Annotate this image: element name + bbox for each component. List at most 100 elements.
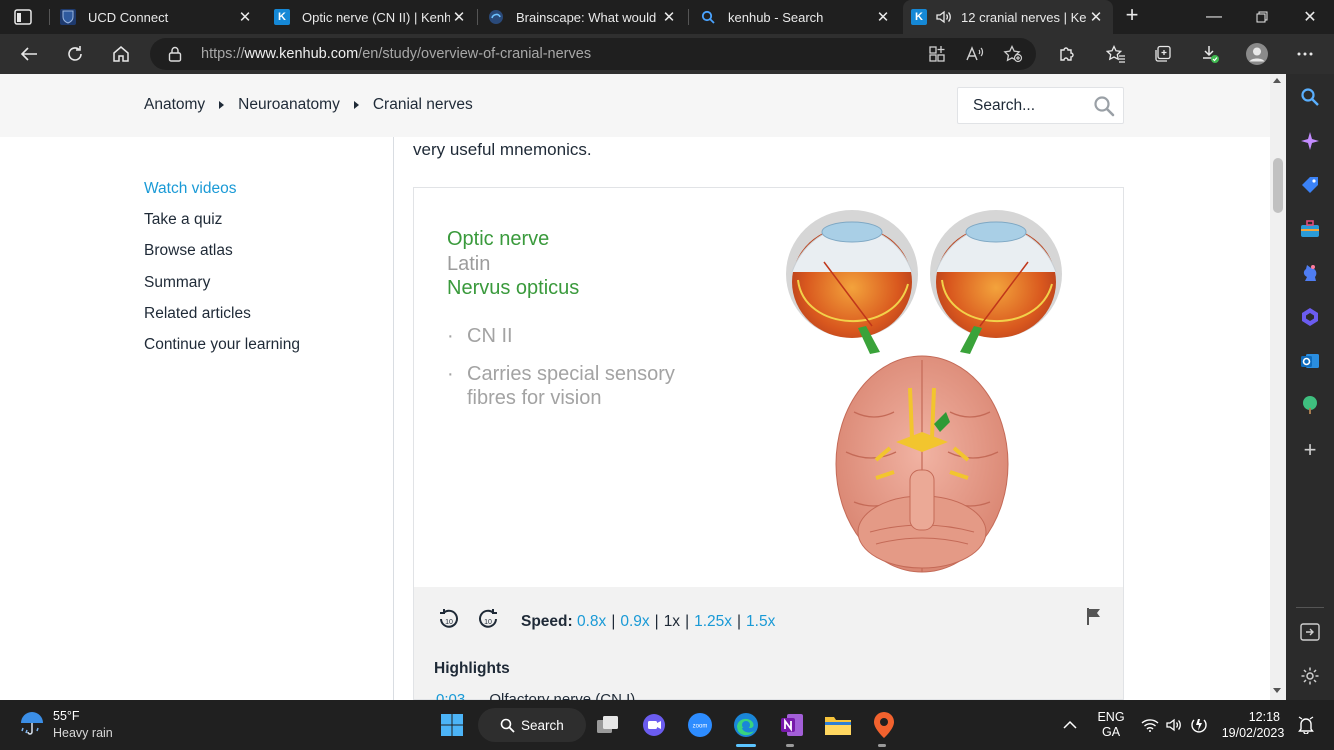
speed-option-0.8x[interactable]: 0.8x [577, 613, 606, 630]
outlook-icon[interactable] [1299, 350, 1321, 372]
tab-title: 12 cranial nerves | Kenhub [961, 9, 1087, 25]
nav-related-articles[interactable]: Related articles [144, 304, 300, 335]
search-input[interactable] [958, 88, 1088, 123]
nav-summary[interactable]: Summary [144, 273, 300, 304]
search-icon[interactable] [1093, 95, 1115, 117]
speed-label: Speed: [521, 613, 573, 630]
taskbar-search-button[interactable]: Search [478, 708, 586, 742]
weather-widget[interactable]: 55°F Heavy rain [18, 709, 113, 740]
microsoft-365-icon[interactable] [1299, 306, 1321, 328]
battery-charging-icon[interactable] [1188, 709, 1210, 741]
drop-tree-icon[interactable] [1299, 394, 1321, 416]
tab-title: Optic nerve (CN II) | Kenhub [302, 9, 450, 25]
lock-icon[interactable] [166, 45, 184, 63]
downloads-icon[interactable] [1196, 40, 1224, 68]
speed-option-1.25x[interactable]: 1.25x [694, 613, 732, 630]
windows-start-icon[interactable] [436, 709, 468, 741]
search-icon [500, 718, 515, 733]
breadcrumb-anatomy[interactable]: Anatomy [144, 96, 205, 114]
copilot-sparkle-icon[interactable] [1299, 130, 1321, 152]
app-available-icon[interactable] [926, 44, 948, 64]
scroll-up-arrow-icon[interactable] [1273, 78, 1281, 83]
games-chess-icon[interactable] [1299, 262, 1321, 284]
profile-avatar[interactable] [1243, 40, 1271, 68]
nav-continue-learning[interactable]: Continue your learning [144, 335, 300, 366]
tab-brainscape[interactable]: Brainscape: What would you ✕ [480, 0, 686, 34]
scrollbar-thumb[interactable] [1273, 158, 1283, 213]
minimize-icon[interactable]: — [1190, 0, 1238, 34]
file-explorer-folder-icon[interactable] [822, 709, 854, 741]
map-pin-app-icon[interactable] [868, 709, 900, 741]
clock[interactable]: 12:18 19/02/2023 [1218, 709, 1288, 741]
tab-actions-icon[interactable] [10, 6, 36, 28]
weather-temp: 55°F [53, 709, 80, 723]
tab-close-icon[interactable]: ✕ [1087, 8, 1105, 26]
task-view-icon[interactable] [592, 709, 624, 741]
zoom-icon[interactable]: zoom [684, 709, 716, 741]
wifi-icon[interactable] [1139, 709, 1161, 741]
teams-chat-icon[interactable] [638, 709, 670, 741]
highlights-title: Highlights [434, 660, 510, 677]
back-arrow-icon[interactable] [15, 40, 43, 68]
tab-ucd-connect[interactable]: UCD Connect ✕ [52, 0, 262, 34]
tab-kenhub-search[interactable]: kenhub - Search ✕ [692, 0, 900, 34]
weather-condition: Heavy rain [53, 726, 113, 740]
favorites-icon[interactable] [1102, 40, 1130, 68]
right-eyeball [930, 210, 1062, 354]
clock-date: 19/02/2023 [1221, 726, 1285, 740]
rewind-10-icon[interactable]: 10 [436, 607, 462, 633]
extensions-puzzle-icon[interactable] [1053, 40, 1081, 68]
hide-sidebar-icon[interactable] [1299, 621, 1321, 643]
speed-option-1x[interactable]: 1x [664, 613, 680, 630]
new-tab-plus-icon[interactable]: + [1120, 4, 1144, 28]
highlight-time[interactable]: 0:03 [436, 691, 465, 700]
svg-text:zoom: zoom [693, 724, 708, 730]
playback-speed: Speed: 0.8x | 0.9x | 1x | 1.25x | 1.5x [521, 613, 776, 630]
tab-close-icon[interactable]: ✕ [874, 8, 892, 26]
search-icon[interactable] [1299, 86, 1321, 108]
tab-close-icon[interactable]: ✕ [450, 8, 468, 26]
flag-icon[interactable] [1085, 607, 1103, 625]
video-slide[interactable]: Optic nerve Latin Nervus opticus CN II C… [414, 188, 1123, 587]
tab-cranial-nerves[interactable]: K 12 cranial nerves | Kenhub ✕ [903, 0, 1113, 34]
page-scrollbar[interactable] [1270, 74, 1286, 700]
add-favorite-icon[interactable] [1002, 44, 1024, 64]
nav-watch-videos[interactable]: Watch videos [144, 179, 300, 210]
speed-option-1.5x[interactable]: 1.5x [746, 613, 775, 630]
read-aloud-icon[interactable] [964, 44, 986, 64]
nav-take-quiz[interactable]: Take a quiz [144, 210, 300, 241]
shopping-tag-icon[interactable] [1299, 174, 1321, 196]
volume-icon[interactable] [1163, 709, 1185, 741]
onenote-icon[interactable] [776, 709, 808, 741]
refresh-icon[interactable] [61, 40, 89, 68]
tab-close-icon[interactable]: ✕ [236, 8, 254, 26]
nav-browse-atlas[interactable]: Browse atlas [144, 241, 300, 272]
speaker-icon[interactable] [935, 9, 953, 25]
collections-icon[interactable] [1149, 40, 1177, 68]
tab-optic-nerve[interactable]: K Optic nerve (CN II) | Kenhub ✕ [266, 0, 476, 34]
address-bar[interactable]: https://www.kenhub.com/en/study/overview… [150, 38, 1036, 70]
edge-browser-icon[interactable] [730, 709, 762, 741]
notification-bell-icon[interactable] [1294, 709, 1318, 741]
forward-10-icon[interactable]: 10 [475, 607, 501, 633]
highlight-row[interactable]: 0:03 Olfactory nerve (CN I) [436, 691, 635, 700]
breadcrumb-neuroanatomy[interactable]: Neuroanatomy [238, 96, 340, 114]
breadcrumb-cranial-nerves[interactable]: Cranial nerves [373, 96, 473, 114]
scroll-down-arrow-icon[interactable] [1273, 688, 1281, 693]
restore-icon[interactable] [1238, 0, 1286, 34]
speed-option-0.9x[interactable]: 0.9x [620, 613, 649, 630]
language-indicator[interactable]: ENG GA [1092, 710, 1130, 740]
home-icon[interactable] [107, 40, 135, 68]
caret-right-icon [353, 101, 359, 109]
add-sidebar-app-plus-icon[interactable]: + [1299, 437, 1321, 462]
active-app-indicator [736, 744, 756, 747]
tray-overflow-chevron-icon[interactable] [1056, 709, 1084, 741]
tab-close-icon[interactable]: ✕ [660, 8, 678, 26]
settings-gear-icon[interactable] [1299, 665, 1321, 687]
more-menu-icon[interactable] [1291, 40, 1319, 68]
optic-nerve-illustration [786, 210, 1062, 573]
tab-title: UCD Connect [88, 9, 169, 25]
web-page: Anatomy Neuroanatomy Cranial nerves Watc… [0, 74, 1270, 700]
tools-briefcase-icon[interactable] [1299, 218, 1321, 240]
close-window-icon[interactable]: ✕ [1286, 0, 1334, 34]
